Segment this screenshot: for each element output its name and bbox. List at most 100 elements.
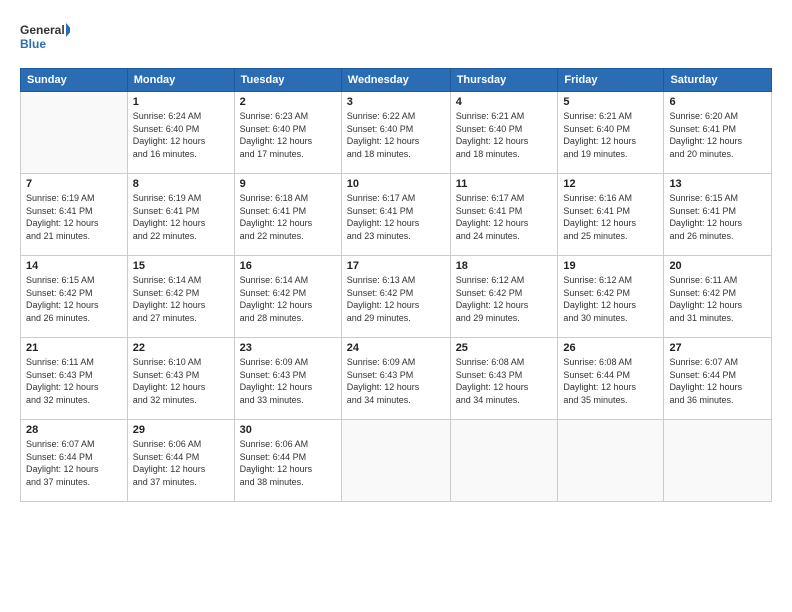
day-number: 22 bbox=[133, 342, 229, 354]
day-number: 16 bbox=[240, 260, 336, 272]
day-number: 20 bbox=[669, 260, 766, 272]
calendar-cell: 29 Sunrise: 6:06 AM Sunset: 6:44 PM Dayli… bbox=[127, 420, 234, 502]
weekday-header: Wednesday bbox=[341, 69, 450, 92]
calendar-cell: 23Sunrise: 6:09 AM Sunset: 6:43 PM Dayli… bbox=[234, 338, 341, 420]
weekday-header: Sunday bbox=[21, 69, 128, 92]
day-number: 10 bbox=[347, 178, 445, 190]
calendar-cell: 24 Sunrise: 6:09 AM Sunset: 6:43 PM Dayli… bbox=[341, 338, 450, 420]
calendar-week-row: 21 Sunrise: 6:11 AM Sunset: 6:43 PM Dayli… bbox=[21, 338, 772, 420]
day-info: Sunrise: 6:09 AM Sunset: 6:43 PM Dayligh… bbox=[240, 356, 336, 406]
calendar-cell: 13 Sunrise: 6:15 AM Sunset: 6:41 PM Dayli… bbox=[664, 174, 772, 256]
calendar-week-row: 1 Sunrise: 6:24 AM Sunset: 6:40 PM Daylig… bbox=[21, 92, 772, 174]
page: General Blue SundayMondayTuesdayWednesda… bbox=[0, 0, 792, 612]
day-info: Sunrise: 6:17 AM Sunset: 6:41 PM Dayligh… bbox=[456, 192, 553, 242]
day-info: Sunrise: 6:14 AM Sunset: 6:42 PM Dayligh… bbox=[240, 274, 336, 324]
day-number: 24 bbox=[347, 342, 445, 354]
day-number: 11 bbox=[456, 178, 553, 190]
calendar-cell: 15 Sunrise: 6:14 AM Sunset: 6:42 PM Dayli… bbox=[127, 256, 234, 338]
day-info: Sunrise: 6:09 AM Sunset: 6:43 PM Dayligh… bbox=[347, 356, 445, 406]
day-info: Sunrise: 6:07 AM Sunset: 6:44 PM Dayligh… bbox=[26, 438, 122, 488]
calendar-cell: 9Sunrise: 6:18 AM Sunset: 6:41 PM Daylig… bbox=[234, 174, 341, 256]
calendar-header-row: SundayMondayTuesdayWednesdayThursdayFrid… bbox=[21, 69, 772, 92]
calendar-table: SundayMondayTuesdayWednesdayThursdayFrid… bbox=[20, 68, 772, 502]
calendar-week-row: 28 Sunrise: 6:07 AM Sunset: 6:44 PM Dayli… bbox=[21, 420, 772, 502]
day-info: Sunrise: 6:12 AM Sunset: 6:42 PM Dayligh… bbox=[563, 274, 658, 324]
day-number: 26 bbox=[563, 342, 658, 354]
day-info: Sunrise: 6:06 AM Sunset: 6:44 PM Dayligh… bbox=[133, 438, 229, 488]
svg-text:Blue: Blue bbox=[20, 37, 46, 51]
day-number: 25 bbox=[456, 342, 553, 354]
header: General Blue bbox=[20, 18, 772, 58]
day-info: Sunrise: 6:10 AM Sunset: 6:43 PM Dayligh… bbox=[133, 356, 229, 406]
calendar-cell: 19 Sunrise: 6:12 AM Sunset: 6:42 PM Dayli… bbox=[558, 256, 664, 338]
calendar-week-row: 7 Sunrise: 6:19 AM Sunset: 6:41 PM Daylig… bbox=[21, 174, 772, 256]
day-info: Sunrise: 6:08 AM Sunset: 6:44 PM Dayligh… bbox=[563, 356, 658, 406]
day-info: Sunrise: 6:19 AM Sunset: 6:41 PM Dayligh… bbox=[26, 192, 122, 242]
day-number: 9 bbox=[240, 178, 336, 190]
calendar-cell: 11 Sunrise: 6:17 AM Sunset: 6:41 PM Dayli… bbox=[450, 174, 558, 256]
calendar-cell: 3 Sunrise: 6:22 AM Sunset: 6:40 PM Daylig… bbox=[341, 92, 450, 174]
calendar-cell: 1 Sunrise: 6:24 AM Sunset: 6:40 PM Daylig… bbox=[127, 92, 234, 174]
day-info: Sunrise: 6:16 AM Sunset: 6:41 PM Dayligh… bbox=[563, 192, 658, 242]
calendar-cell: 16 Sunrise: 6:14 AM Sunset: 6:42 PM Dayli… bbox=[234, 256, 341, 338]
calendar-cell: 18Sunrise: 6:12 AM Sunset: 6:42 PM Dayli… bbox=[450, 256, 558, 338]
day-number: 4 bbox=[456, 96, 553, 108]
day-info: Sunrise: 6:11 AM Sunset: 6:43 PM Dayligh… bbox=[26, 356, 122, 406]
day-info: Sunrise: 6:22 AM Sunset: 6:40 PM Dayligh… bbox=[347, 110, 445, 160]
day-info: Sunrise: 6:08 AM Sunset: 6:43 PM Dayligh… bbox=[456, 356, 553, 406]
calendar-cell: 12 Sunrise: 6:16 AM Sunset: 6:41 PM Dayli… bbox=[558, 174, 664, 256]
day-number: 29 bbox=[133, 424, 229, 436]
day-info: Sunrise: 6:24 AM Sunset: 6:40 PM Dayligh… bbox=[133, 110, 229, 160]
day-number: 1 bbox=[133, 96, 229, 108]
day-number: 6 bbox=[669, 96, 766, 108]
day-number: 17 bbox=[347, 260, 445, 272]
calendar-cell: 26 Sunrise: 6:08 AM Sunset: 6:44 PM Dayli… bbox=[558, 338, 664, 420]
calendar-cell: 21 Sunrise: 6:11 AM Sunset: 6:43 PM Dayli… bbox=[21, 338, 128, 420]
calendar-cell: 4Sunrise: 6:21 AM Sunset: 6:40 PM Daylig… bbox=[450, 92, 558, 174]
day-number: 2 bbox=[240, 96, 336, 108]
day-info: Sunrise: 6:23 AM Sunset: 6:40 PM Dayligh… bbox=[240, 110, 336, 160]
calendar-cell bbox=[21, 92, 128, 174]
day-number: 12 bbox=[563, 178, 658, 190]
weekday-header: Friday bbox=[558, 69, 664, 92]
logo-svg: General Blue bbox=[20, 18, 70, 58]
calendar-cell: 6 Sunrise: 6:20 AM Sunset: 6:41 PM Daylig… bbox=[664, 92, 772, 174]
day-number: 28 bbox=[26, 424, 122, 436]
day-number: 3 bbox=[347, 96, 445, 108]
day-info: Sunrise: 6:14 AM Sunset: 6:42 PM Dayligh… bbox=[133, 274, 229, 324]
calendar-cell: 28 Sunrise: 6:07 AM Sunset: 6:44 PM Dayli… bbox=[21, 420, 128, 502]
day-info: Sunrise: 6:19 AM Sunset: 6:41 PM Dayligh… bbox=[133, 192, 229, 242]
day-number: 8 bbox=[133, 178, 229, 190]
day-info: Sunrise: 6:13 AM Sunset: 6:42 PM Dayligh… bbox=[347, 274, 445, 324]
day-number: 5 bbox=[563, 96, 658, 108]
day-number: 21 bbox=[26, 342, 122, 354]
calendar-cell bbox=[450, 420, 558, 502]
calendar-cell: 14Sunrise: 6:15 AM Sunset: 6:42 PM Dayli… bbox=[21, 256, 128, 338]
day-number: 13 bbox=[669, 178, 766, 190]
calendar-cell: 5Sunrise: 6:21 AM Sunset: 6:40 PM Daylig… bbox=[558, 92, 664, 174]
day-info: Sunrise: 6:17 AM Sunset: 6:41 PM Dayligh… bbox=[347, 192, 445, 242]
day-number: 19 bbox=[563, 260, 658, 272]
day-number: 7 bbox=[26, 178, 122, 190]
calendar-week-row: 14Sunrise: 6:15 AM Sunset: 6:42 PM Dayli… bbox=[21, 256, 772, 338]
weekday-header: Saturday bbox=[664, 69, 772, 92]
day-info: Sunrise: 6:06 AM Sunset: 6:44 PM Dayligh… bbox=[240, 438, 336, 488]
day-info: Sunrise: 6:15 AM Sunset: 6:41 PM Dayligh… bbox=[669, 192, 766, 242]
day-info: Sunrise: 6:15 AM Sunset: 6:42 PM Dayligh… bbox=[26, 274, 122, 324]
calendar-cell bbox=[341, 420, 450, 502]
svg-text:General: General bbox=[20, 23, 65, 37]
calendar-cell: 30 Sunrise: 6:06 AM Sunset: 6:44 PM Dayli… bbox=[234, 420, 341, 502]
weekday-header: Tuesday bbox=[234, 69, 341, 92]
day-number: 18 bbox=[456, 260, 553, 272]
day-info: Sunrise: 6:11 AM Sunset: 6:42 PM Dayligh… bbox=[669, 274, 766, 324]
calendar-cell: 17 Sunrise: 6:13 AM Sunset: 6:42 PM Dayli… bbox=[341, 256, 450, 338]
calendar-cell: 27Sunrise: 6:07 AM Sunset: 6:44 PM Dayli… bbox=[664, 338, 772, 420]
calendar-cell: 2 Sunrise: 6:23 AM Sunset: 6:40 PM Daylig… bbox=[234, 92, 341, 174]
weekday-header: Monday bbox=[127, 69, 234, 92]
day-number: 30 bbox=[240, 424, 336, 436]
day-info: Sunrise: 6:20 AM Sunset: 6:41 PM Dayligh… bbox=[669, 110, 766, 160]
calendar-cell: 7 Sunrise: 6:19 AM Sunset: 6:41 PM Daylig… bbox=[21, 174, 128, 256]
logo: General Blue bbox=[20, 18, 70, 58]
day-number: 15 bbox=[133, 260, 229, 272]
weekday-header: Thursday bbox=[450, 69, 558, 92]
